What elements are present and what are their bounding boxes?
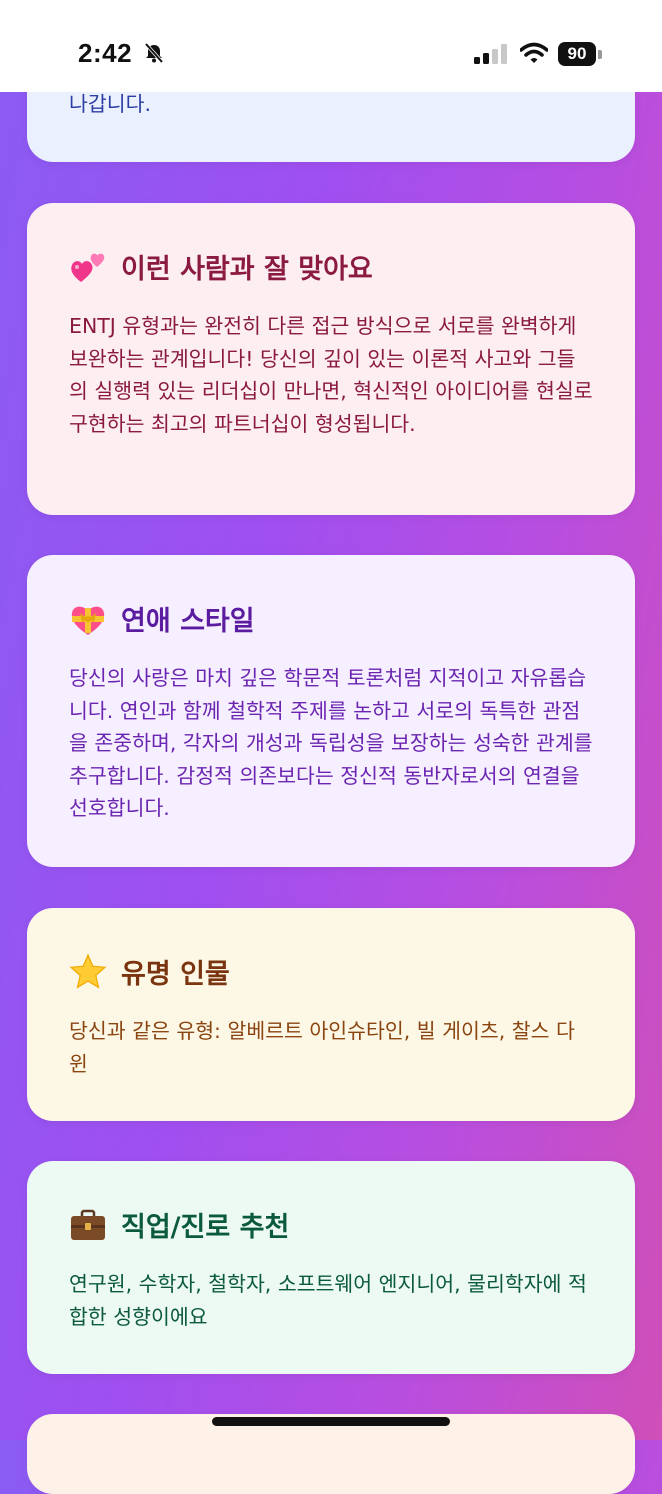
career-heading: 직업/진로 추천: [69, 1205, 593, 1244]
famous-people-title: 유명 인물: [121, 959, 230, 990]
love-style-text: 당신의 사랑은 마치 깊은 학문적 토론처럼 지적이고 자유롭습니다. 연인과 …: [69, 666, 593, 820]
home-indicator[interactable]: [212, 1417, 450, 1426]
compatibility-text: ENTJ 유형과는 완전히 다른 접근 방식으로 서로를 완벽하게 보완하는 관…: [69, 314, 593, 436]
star-icon: [69, 952, 107, 991]
bell-muted-icon: [143, 42, 165, 68]
compatibility-title: 이런 사람과 잘 맞아요: [121, 254, 373, 285]
cellular-signal-icon: [474, 44, 508, 68]
compatibility-card: 이런 사람과 잘 맞아요 ENTJ 유형과는 완전히 다른 접근 방식으로 서로…: [27, 203, 635, 515]
famous-people-text: 당신과 같은 유형: 알베르트 아인슈타인, 빌 게이츠, 찰스 다윈: [69, 1019, 575, 1076]
heart-with-ribbon-icon: [69, 600, 107, 638]
next-card-partial: [27, 1414, 635, 1494]
status-time: 2:42: [78, 38, 133, 68]
career-text: 연구원, 수학자, 철학자, 소프트웨어 엔지니어, 물리학자에 적합한 성향이…: [69, 1272, 587, 1329]
love-style-heading: 연애 스타일: [69, 599, 593, 638]
wifi-icon: [519, 42, 549, 68]
famous-people-card: 유명 인물 당신과 같은 유형: 알베르트 아인슈타인, 빌 게이츠, 찰스 다…: [27, 908, 635, 1121]
career-title: 직업/진로 추천: [121, 1212, 290, 1243]
love-style-card: 연애 스타일 당신의 사랑은 마치 깊은 학문적 토론처럼 지적이고 자유롭습니…: [27, 555, 635, 867]
famous-people-heading: 유명 인물: [69, 952, 593, 991]
two-hearts-icon: [69, 248, 107, 286]
battery-indicator: 90: [558, 42, 596, 66]
description-text: 나갑니다.: [69, 92, 151, 116]
love-style-title: 연애 스타일: [121, 606, 255, 637]
career-card: 직업/진로 추천 연구원, 수학자, 철학자, 소프트웨어 엔지니어, 물리학자…: [27, 1161, 635, 1374]
briefcase-icon: [69, 1206, 107, 1244]
battery-cap: [598, 50, 602, 59]
status-bar: 2:42 90: [0, 0, 662, 92]
compatibility-heading: 이런 사람과 잘 맞아요: [69, 247, 593, 286]
